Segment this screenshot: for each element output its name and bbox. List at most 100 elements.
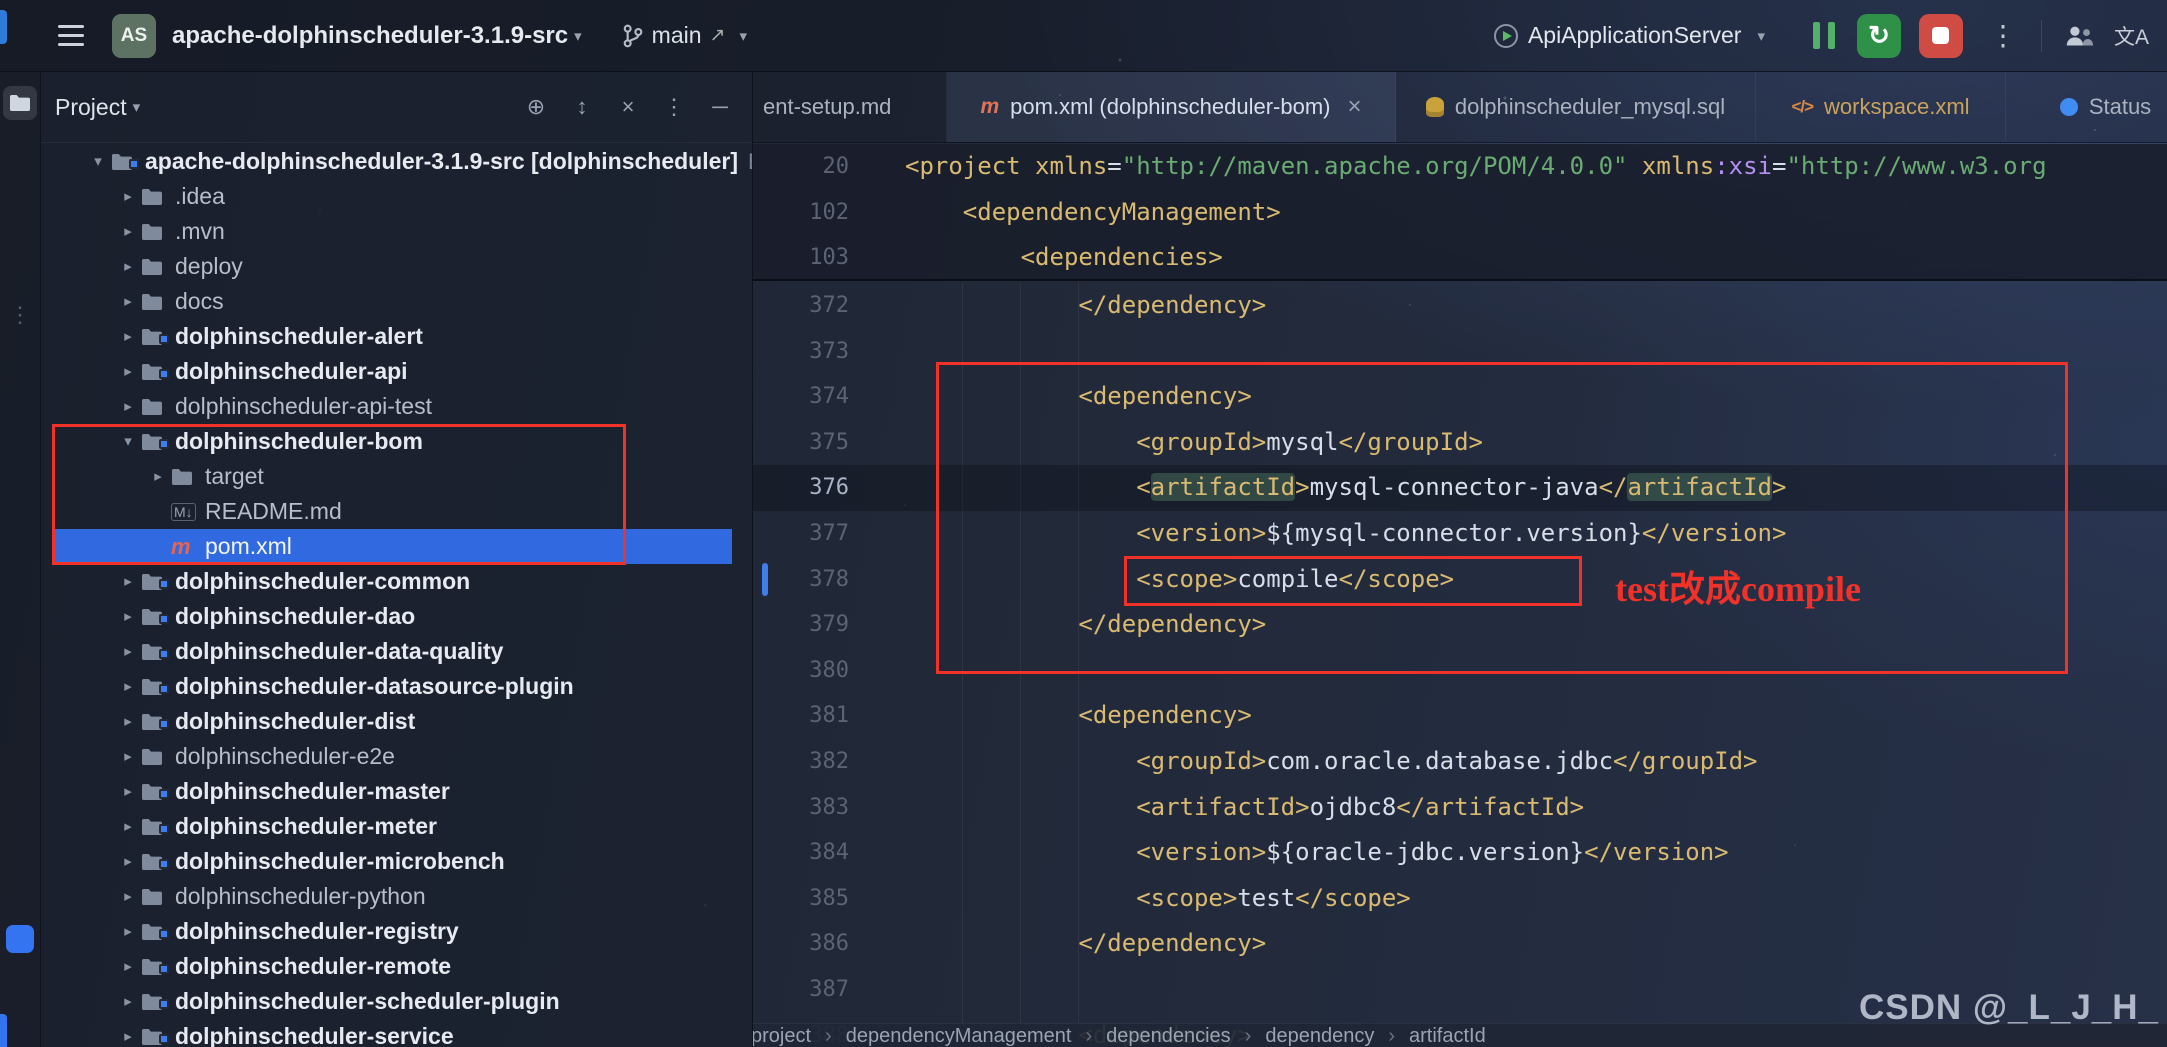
breadcrumb-item-dependency[interactable]: dependency (1265, 1024, 1374, 1047)
translate-icon[interactable]: 文A (2114, 21, 2149, 51)
hamburger-menu-icon[interactable] (58, 25, 84, 46)
breadcrumb-item-project[interactable]: project (753, 1024, 811, 1047)
tree-item-dolphinscheduler-microbench[interactable]: ▸ dolphinscheduler-microbench (41, 844, 752, 879)
editor-area[interactable]: 372 </dependency> 373 374 <dependency> 375 … (753, 144, 2167, 1047)
tree-chevron-icon[interactable]: ▾ (115, 424, 141, 459)
tree-chevron-icon[interactable]: ▸ (115, 879, 141, 914)
line-number[interactable]: 380 (753, 648, 905, 694)
tree-chevron-icon[interactable]: ▸ (115, 704, 141, 739)
line-number[interactable]: 20 (753, 144, 905, 190)
tree-item-dolphinscheduler-python[interactable]: ▸ dolphinscheduler-python (41, 879, 752, 914)
line-number[interactable]: 379 (753, 602, 905, 648)
tree-item-dolphinscheduler-dao[interactable]: ▸ dolphinscheduler-dao (41, 599, 752, 634)
rerun-button[interactable]: ↻ (1856, 13, 1901, 58)
collapse-all-icon[interactable]: × (616, 94, 640, 120)
tree-item-readme-md[interactable]: M↓ README.md (41, 494, 752, 529)
stop-button[interactable] (1918, 13, 1963, 58)
line-number[interactable]: 377 (753, 511, 905, 557)
tree-item-apache-dolphinscheduler-3-1-9-src-dolphinscheduler[interactable]: ▾ apache-dolphinscheduler-3.1.9-src [dolp… (41, 144, 752, 179)
expand-all-icon[interactable]: ↕ (570, 94, 594, 120)
tab-ent-setup-md[interactable]: ent-setup.md (753, 72, 947, 142)
code-line-383[interactable]: 383 <artifactId>ojdbc8</artifactId> (753, 785, 2167, 831)
tab-pom-xml-dolphinscheduler-bom[interactable]: m pom.xml (dolphinscheduler-bom) × (947, 72, 1396, 142)
more-actions-icon[interactable]: ⋮ (1989, 19, 2017, 52)
code-line-386[interactable]: 386 </dependency> (753, 921, 2167, 967)
tree-item-target[interactable]: ▸ target (41, 459, 752, 494)
line-number[interactable]: 385 (753, 876, 905, 922)
locate-opened-file-icon[interactable]: ⊕ (524, 94, 548, 120)
code-line-382[interactable]: 382 <groupId>com.oracle.database.jdbc</g… (753, 739, 2167, 785)
tree-item-pom-xml[interactable]: m pom.xml (41, 529, 752, 564)
line-number[interactable]: 387 (753, 967, 905, 1013)
project-folder-icon[interactable] (3, 86, 37, 120)
line-number[interactable]: 381 (753, 693, 905, 739)
tree-chevron-icon[interactable]: ▸ (115, 774, 141, 809)
tree-item-dolphinscheduler-e2e[interactable]: ▸ dolphinscheduler-e2e (41, 739, 752, 774)
tree-chevron-icon[interactable]: ▸ (115, 669, 141, 704)
tree-item-dolphinscheduler-data-quality[interactable]: ▸ dolphinscheduler-data-quality (41, 634, 752, 669)
git-branch-widget[interactable]: main ↗ ▾ (622, 22, 753, 49)
line-number[interactable]: 384 (753, 830, 905, 876)
tree-item-dolphinscheduler-common[interactable]: ▸ dolphinscheduler-common (41, 564, 752, 599)
tree-item-docs[interactable]: ▸ docs (41, 284, 752, 319)
line-number[interactable]: 386 (753, 921, 905, 967)
tree-chevron-icon[interactable]: ▸ (115, 739, 141, 774)
tree-item-dolphinscheduler-scheduler-plugin[interactable]: ▸ dolphinscheduler-scheduler-plugin (41, 984, 752, 1019)
project-avatar[interactable]: AS (112, 13, 156, 58)
tree-chevron-icon[interactable]: ▾ (85, 144, 111, 179)
tree-item-dolphinscheduler-api[interactable]: ▸ dolphinscheduler-api (41, 354, 752, 389)
tree-item-idea[interactable]: ▸ .idea (41, 179, 752, 214)
tree-item-deploy[interactable]: ▸ deploy (41, 249, 752, 284)
project-panel-title[interactable]: Project (55, 94, 127, 121)
line-number[interactable]: 375 (753, 420, 905, 466)
tree-chevron-icon[interactable]: ▸ (115, 844, 141, 879)
tab-dolphinscheduler-mysql-sql[interactable]: dolphinscheduler_mysql.sql (1396, 72, 1756, 142)
more-dots-icon[interactable]: ⋮ (9, 302, 31, 328)
breadcrumb-item-dependencies[interactable]: dependencies (1106, 1024, 1231, 1047)
tree-chevron-icon[interactable]: ▸ (115, 809, 141, 844)
tree-chevron-icon[interactable]: ▸ (115, 599, 141, 634)
line-number[interactable]: 382 (753, 739, 905, 785)
blue-tool-icon[interactable] (6, 925, 34, 953)
tree-chevron-icon[interactable]: ▸ (115, 284, 141, 319)
line-number[interactable]: 102 (753, 190, 905, 236)
run-config-selector[interactable]: ApiApplicationServer ▾ (1493, 22, 1771, 49)
code-line-20[interactable]: 20 <project xmlns="http://maven.apache.or… (753, 144, 2167, 190)
code-line-103[interactable]: 103 <dependencies> (753, 235, 2167, 281)
line-number[interactable]: 372 (753, 283, 905, 329)
tab-workspace-xml[interactable]: </> workspace.xml (1756, 72, 2006, 142)
code-line-376[interactable]: 376 <artifactId>mysql-connector-java</ar… (753, 465, 2167, 511)
code-line-373[interactable]: 373 (753, 329, 2167, 375)
line-number[interactable]: 383 (753, 785, 905, 831)
code-line-379[interactable]: 379 </dependency> (753, 602, 2167, 648)
tree-item-dolphinscheduler-api-test[interactable]: ▸ dolphinscheduler-api-test (41, 389, 752, 424)
hide-panel-icon[interactable]: ─ (708, 94, 732, 120)
tree-chevron-icon[interactable]: ▸ (115, 634, 141, 669)
tree-chevron-icon[interactable]: ▸ (115, 319, 141, 354)
tree-item-dolphinscheduler-registry[interactable]: ▸ dolphinscheduler-registry (41, 914, 752, 949)
pause-button[interactable] (1812, 22, 1835, 49)
code-line-384[interactable]: 384 <version>${oracle-jdbc.version}</ver… (753, 830, 2167, 876)
tree-item-dolphinscheduler-bom[interactable]: ▾ dolphinscheduler-bom (41, 424, 752, 459)
tree-item-dolphinscheduler-alert[interactable]: ▸ dolphinscheduler-alert (41, 319, 752, 354)
tree-chevron-icon[interactable]: ▸ (115, 984, 141, 1019)
tab-status[interactable]: Status (2006, 72, 2167, 142)
line-number[interactable]: 376 (753, 465, 905, 511)
more-options-icon[interactable]: ⋮ (662, 94, 686, 120)
tree-item-mvn[interactable]: ▸ .mvn (41, 214, 752, 249)
code-line-374[interactable]: 374 <dependency> (753, 374, 2167, 420)
line-number[interactable]: 378 (753, 557, 905, 603)
tree-chevron-icon[interactable]: ▸ (115, 214, 141, 249)
line-number[interactable]: 103 (753, 235, 905, 281)
tree-item-dolphinscheduler-dist[interactable]: ▸ dolphinscheduler-dist (41, 704, 752, 739)
tree-chevron-icon[interactable]: ▸ (115, 1019, 141, 1047)
breadcrumb-item-dependencymanagement[interactable]: dependencyManagement (846, 1024, 1072, 1047)
tree-item-dolphinscheduler-datasource-plugin[interactable]: ▸ dolphinscheduler-datasource-plugin (41, 669, 752, 704)
code-line-381[interactable]: 381 <dependency> (753, 693, 2167, 739)
code-line-380[interactable]: 380 (753, 648, 2167, 694)
code-line-102[interactable]: 102 <dependencyManagement> (753, 190, 2167, 236)
tree-chevron-icon[interactable]: ▸ (115, 564, 141, 599)
tree-item-dolphinscheduler-master[interactable]: ▸ dolphinscheduler-master (41, 774, 752, 809)
line-number[interactable]: 373 (753, 329, 905, 375)
project-switcher[interactable]: apache-dolphinscheduler-3.1.9-src (172, 22, 568, 50)
